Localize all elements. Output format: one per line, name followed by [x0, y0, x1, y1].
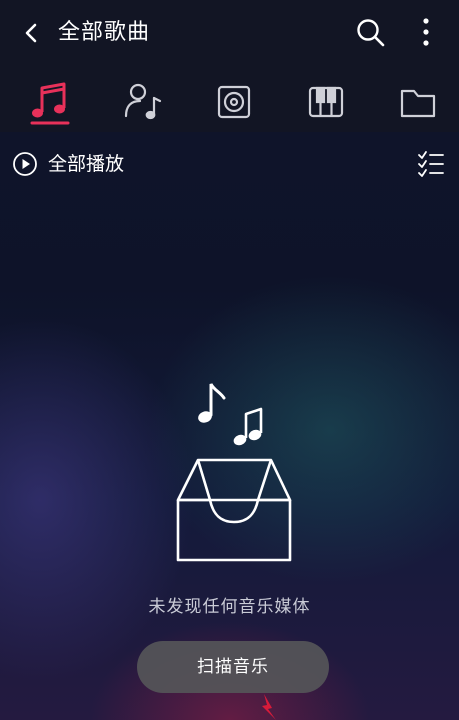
- search-icon[interactable]: [354, 16, 388, 50]
- empty-box-icon: [176, 458, 292, 562]
- piano-icon: [308, 86, 344, 118]
- red-pointer-icon: [262, 694, 276, 720]
- app-header: 全部歌曲: [0, 0, 459, 132]
- back-arrow-icon[interactable]: [16, 18, 46, 48]
- tab-albums[interactable]: [210, 78, 258, 126]
- empty-box-with-notes-icon: [176, 383, 292, 562]
- album-icon: [217, 85, 251, 119]
- play-all-label: 全部播放: [48, 153, 125, 175]
- page-title: 全部歌曲: [58, 20, 151, 45]
- more-vertical-icon[interactable]: [414, 14, 438, 50]
- music-note-icon: [30, 82, 70, 125]
- tab-genres[interactable]: [302, 78, 350, 126]
- category-tabs: [0, 70, 459, 132]
- tab-songs[interactable]: [26, 78, 74, 126]
- play-circle-icon: [13, 152, 37, 176]
- empty-state-message: 未发现任何音乐媒体: [148, 597, 311, 617]
- folder-icon: [400, 89, 436, 118]
- music-notes-icon: [198, 383, 263, 446]
- play-all-row[interactable]: 全部播放: [0, 140, 459, 186]
- tab-artists[interactable]: [118, 78, 166, 126]
- tab-folders[interactable]: [394, 78, 442, 126]
- checklist-icon[interactable]: [416, 148, 446, 180]
- top-bar: 全部歌曲: [0, 0, 459, 68]
- scan-music-button[interactable]: 扫描音乐: [137, 641, 329, 693]
- singer-icon: [124, 83, 162, 120]
